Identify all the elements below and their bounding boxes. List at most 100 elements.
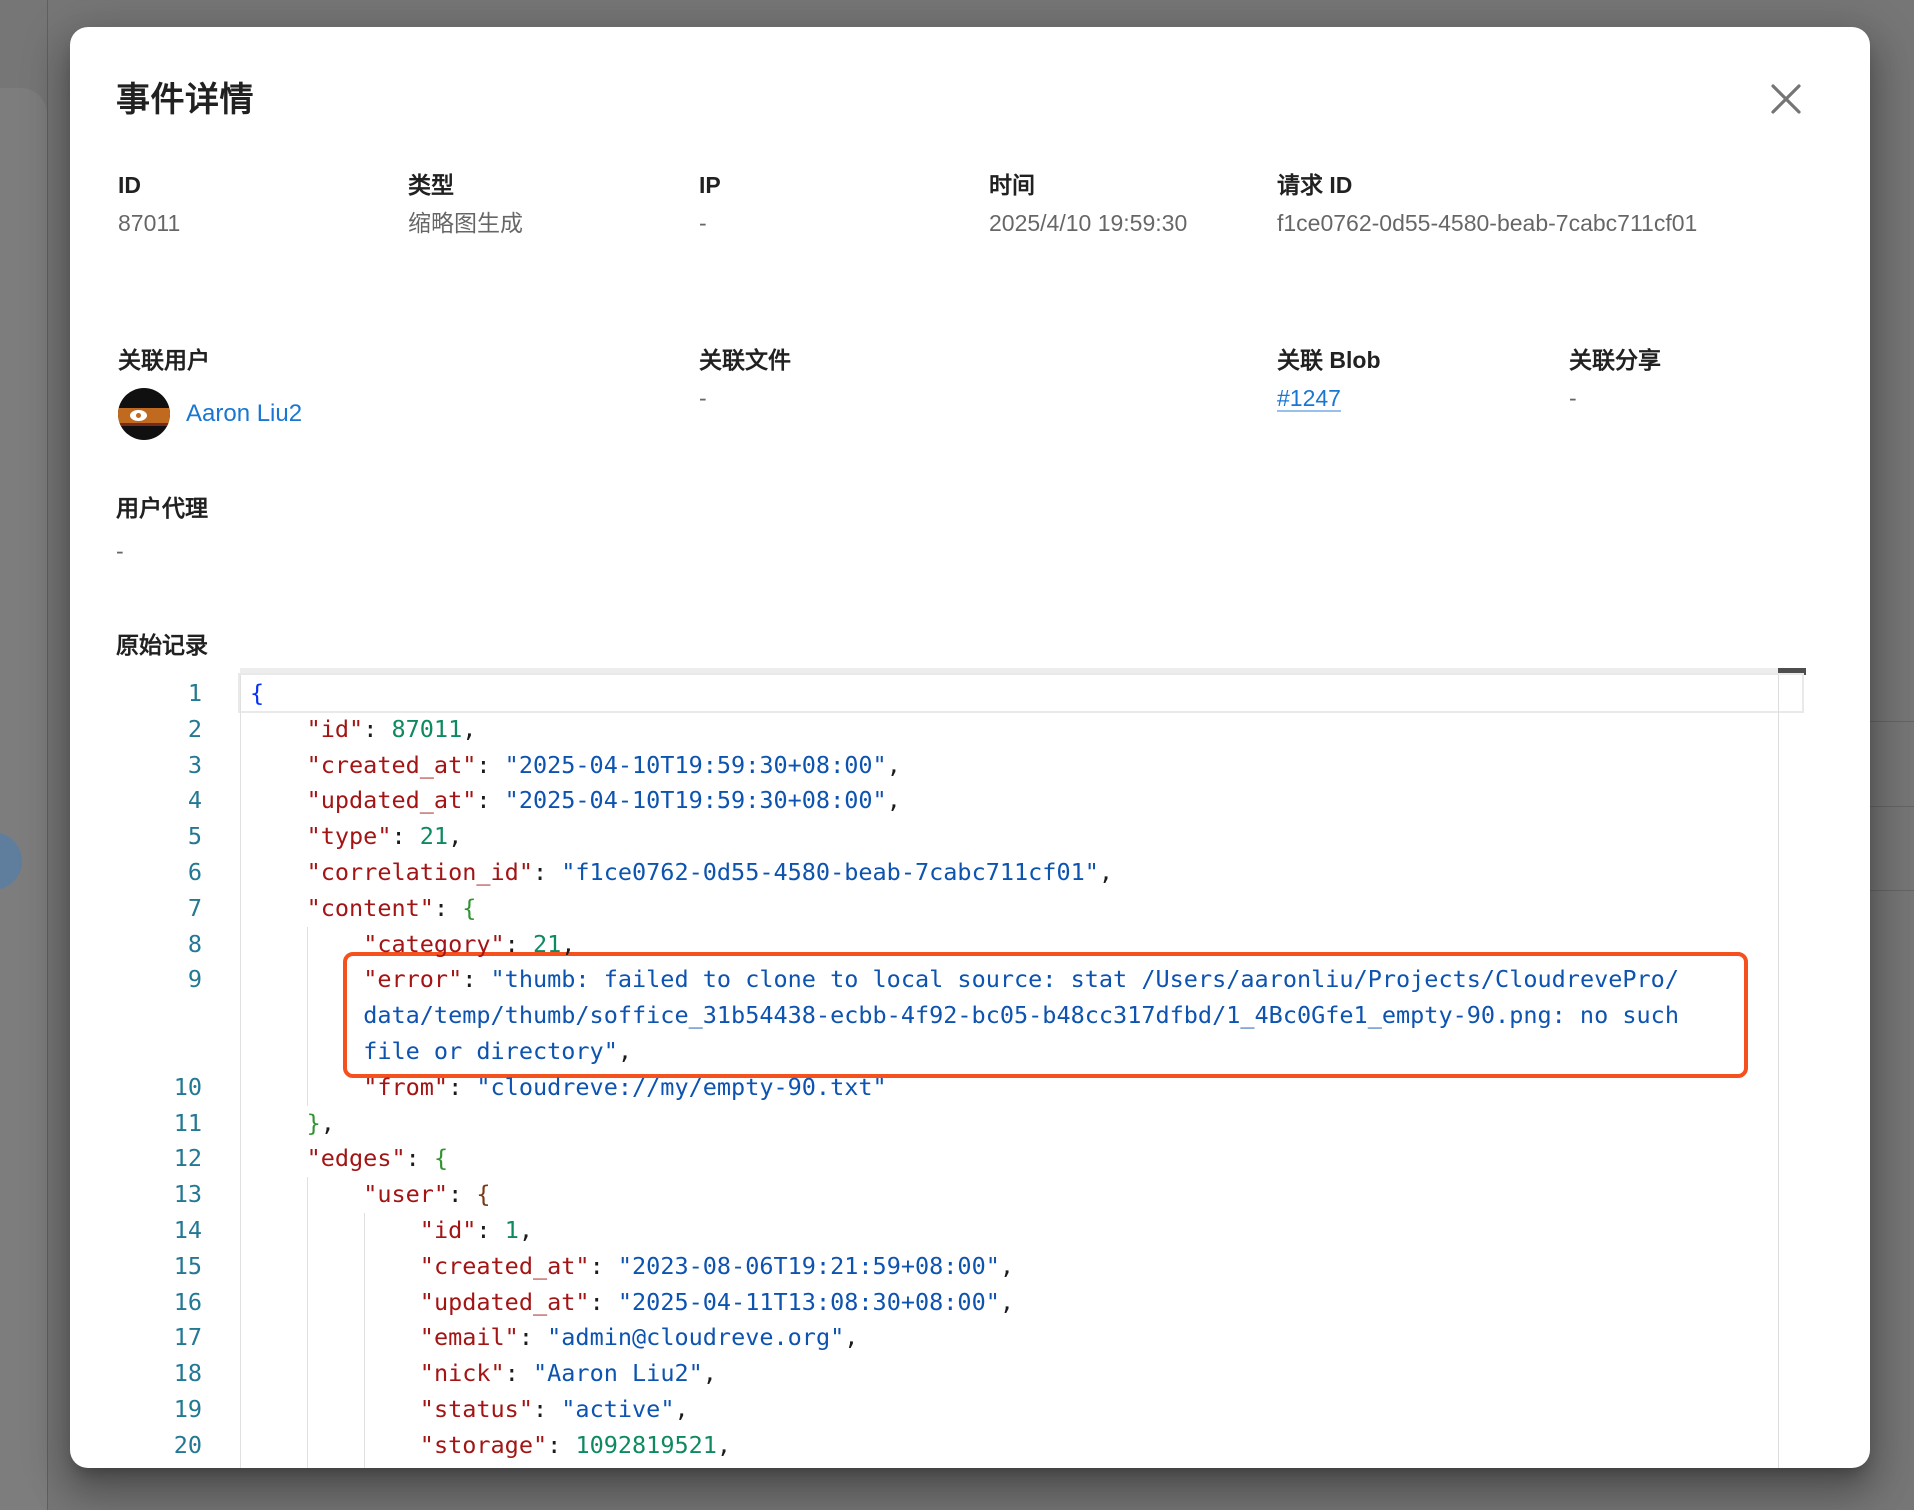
code-line: 4 "updated_at": "2025-04-10T19:59:30+08:0… (116, 783, 1806, 819)
field-value: f1ce0762-0d55-4580-beab-7cabc711cf01 (1277, 203, 1697, 244)
code-line-content: "email": "admin@cloudreve.org", (250, 1320, 858, 1356)
code-line-content: { (250, 676, 264, 712)
line-number: 1 (116, 676, 240, 712)
code-line-content: "updated_at": "2025-04-10T19:59:30+08:00… (250, 783, 901, 819)
code-line-content: "edges": { (250, 1141, 448, 1177)
code-line-content: "type": 21, (250, 819, 462, 855)
code-line: 16 "updated_at": "2025-04-11T13:08:30+08:… (116, 1285, 1806, 1321)
code-line-content: "category": 21, (250, 927, 575, 963)
field-value: 87011 (118, 203, 180, 244)
code-line-content: "id": 87011, (250, 712, 476, 748)
code-line: 11}, (116, 1106, 1806, 1142)
line-number: 7 (116, 891, 240, 927)
field-related-share: 关联分享 - (1569, 345, 1661, 419)
user-agent-label: 用户代理 (116, 489, 208, 523)
code-line: 5 "type": 21, (116, 819, 1806, 855)
field-label: IP (699, 170, 721, 200)
field-value: - (1569, 378, 1661, 419)
background-table-line (1870, 890, 1914, 891)
line-number: 13 (116, 1177, 240, 1213)
line-number: 20 (116, 1428, 240, 1464)
code-line-content: "status": "active", (250, 1392, 689, 1428)
line-number: 17 (116, 1320, 240, 1356)
field-label: 关联用户 (118, 345, 302, 375)
line-number: 12 (116, 1141, 240, 1177)
code-line-content: "from": "cloudreve://my/empty-90.txt" (250, 1070, 887, 1106)
field-ip: IP - (699, 170, 721, 244)
code-line: 8"category": 21, (116, 927, 1806, 963)
field-label: 请求 ID (1277, 170, 1697, 200)
line-number: 15 (116, 1249, 240, 1285)
field-label: 时间 (989, 170, 1187, 200)
line-number: 3 (116, 748, 240, 784)
field-label: 关联分享 (1569, 345, 1661, 375)
line-number: 4 (116, 783, 240, 819)
code-line: 14"id": 1, (116, 1213, 1806, 1249)
event-details-dialog: 事件详情 ID 87011 类型 缩略图生成 IP - 时间 2025/4/10… (70, 27, 1870, 1468)
code-line: 20"storage": 1092819521, (116, 1428, 1806, 1464)
code-line-content: "error": "thumb: failed to clone to loca… (250, 962, 1679, 1069)
code-line: 3 "created_at": "2025-04-10T19:59:30+08:0… (116, 748, 1806, 784)
code-line: 7 "content": { (116, 891, 1806, 927)
background-table-line (1870, 806, 1914, 807)
line-number: 6 (116, 855, 240, 891)
close-icon (1768, 81, 1804, 117)
code-line: 17 "email": "admin@cloudreve.org", (116, 1320, 1806, 1356)
background-table-line (1870, 721, 1914, 722)
dialog-title: 事件详情 (116, 72, 254, 121)
line-number: 11 (116, 1106, 240, 1142)
code-line: 19 "status": "active", (116, 1392, 1806, 1428)
field-time: 时间 2025/4/10 19:59:30 (989, 170, 1187, 244)
field-value: - (699, 378, 791, 419)
background-panel-edge (0, 88, 47, 1510)
line-number: 19 (116, 1392, 240, 1428)
related-user-link[interactable]: Aaron Liu2 (186, 388, 302, 440)
line-number: 5 (116, 819, 240, 855)
field-related-blob: 关联 Blob #1247 (1277, 345, 1381, 419)
user-agent-value: - (116, 538, 124, 565)
code-line-content: "correlation_id": "f1ce0762-0d55-4580-be… (250, 855, 1113, 891)
code-line: 21 "avatar": "file", (116, 1464, 1806, 1468)
code-line: 13"user": { (116, 1177, 1806, 1213)
field-related-file: 关联文件 - (699, 345, 791, 419)
field-request-id: 请求 ID f1ce0762-0d55-4580-beab-7cabc711cf… (1277, 170, 1697, 244)
line-number: 9 (116, 962, 240, 998)
field-id: ID 87011 (118, 170, 180, 244)
avatar (118, 388, 170, 440)
related-blob-link[interactable]: #1247 (1277, 378, 1341, 419)
field-value: 2025/4/10 19:59:30 (989, 203, 1187, 244)
code-line-content: "created_at": "2025-04-10T19:59:30+08:00… (250, 748, 901, 784)
code-line: 6 "correlation_id": "f1ce0762-0d55-4580-b… (116, 855, 1806, 891)
code-line-content: "created_at": "2023-08-06T19:21:59+08:00… (250, 1249, 1014, 1285)
field-label: 关联文件 (699, 345, 791, 375)
raw-record-label: 原始记录 (116, 626, 208, 660)
line-number: 18 (116, 1356, 240, 1392)
field-value: 缩略图生成 (408, 203, 523, 244)
field-label: 关联 Blob (1277, 345, 1381, 375)
field-label: 类型 (408, 170, 523, 200)
code-line: 1{ (116, 676, 1806, 712)
field-type: 类型 缩略图生成 (408, 170, 523, 244)
line-number: 16 (116, 1285, 240, 1321)
close-button[interactable] (1764, 77, 1808, 121)
code-line-content: "id": 1, (250, 1213, 533, 1249)
code-line: 15 "created_at": "2023-08-06T19:21:59+08:… (116, 1249, 1806, 1285)
line-number: 21 (116, 1464, 240, 1468)
code-line-content: "updated_at": "2025-04-11T13:08:30+08:00… (250, 1285, 1014, 1321)
code-line-content: }, (250, 1106, 335, 1142)
code-line: 18 "nick": "Aaron Liu2", (116, 1356, 1806, 1392)
code-line: 2 "id": 87011, (116, 712, 1806, 748)
raw-record-code-viewer[interactable]: 1{2"id": 87011,3"created_at": "2025-04-1… (116, 668, 1806, 1468)
field-value: - (699, 203, 721, 244)
code-line: 10 "from": "cloudreve://my/empty-90.txt" (116, 1070, 1806, 1106)
code-line-content: "avatar": "file", (250, 1464, 660, 1468)
code-line-content: "nick": "Aaron Liu2", (250, 1356, 717, 1392)
code-line: 12 "edges": { (116, 1141, 1806, 1177)
code-line-content: "content": { (250, 891, 476, 927)
code-line: 9 "error": "thumb: failed to clone to loc… (116, 962, 1806, 1069)
code-lines: 1{2"id": 87011,3"created_at": "2025-04-1… (116, 676, 1806, 1468)
line-number: 10 (116, 1070, 240, 1106)
field-related-user: 关联用户 Aaron Liu2 (118, 345, 302, 440)
field-label: ID (118, 170, 180, 200)
line-number: 2 (116, 712, 240, 748)
